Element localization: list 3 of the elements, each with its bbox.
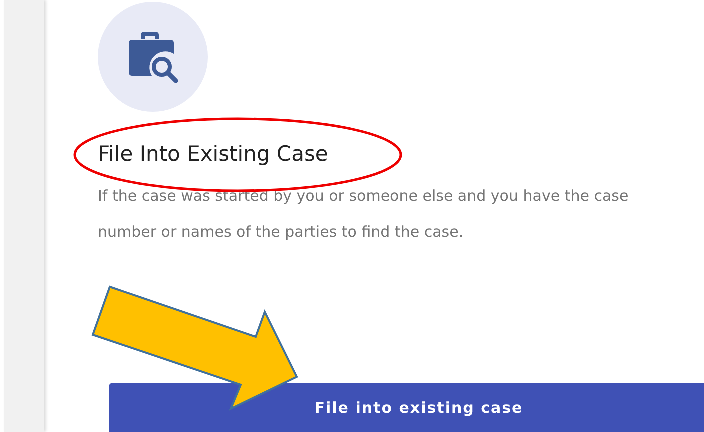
card-description: If the case was started by you or someone else and you have the case number or names of the parties to find the case.	[98, 186, 630, 243]
card-title: File Into Existing Case	[98, 142, 330, 166]
file-into-case-button[interactable]: File into existing case	[109, 383, 704, 432]
